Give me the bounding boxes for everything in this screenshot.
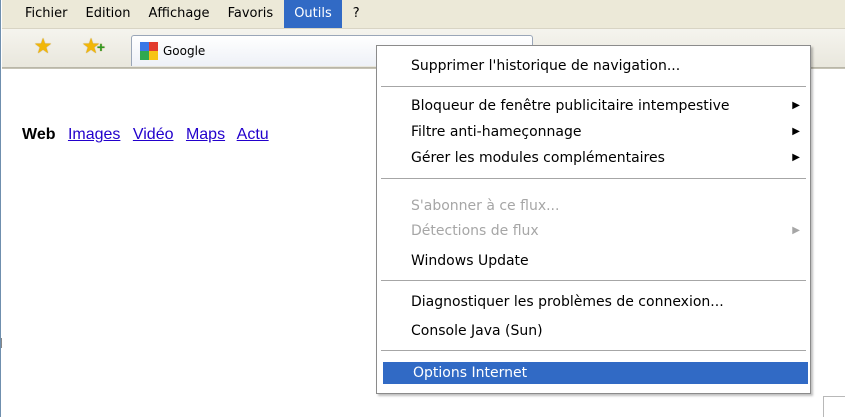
- menu-item-java-console[interactable]: Console Java (Sun): [381, 320, 806, 342]
- menu-item-label: Supprimer l'historique de navigation...: [411, 58, 681, 74]
- menu-item-label: Windows Update: [411, 253, 529, 269]
- menu-favoris[interactable]: Favoris: [221, 0, 281, 28]
- nav-link-actu[interactable]: Actu: [237, 126, 269, 143]
- left-edge-mark: [1, 338, 2, 348]
- menu-outils[interactable]: Outils: [284, 0, 342, 28]
- outils-dropdown-menu: Supprimer l'historique de navigation... …: [376, 45, 811, 394]
- menu-bar: Fichier Edition Affichage Favoris Outils…: [2, 0, 845, 29]
- menu-item-windows-update[interactable]: Windows Update: [381, 250, 806, 272]
- menu-item-feed-discovery: Détections de flux ▶: [381, 220, 806, 242]
- submenu-arrow-icon: ▶: [792, 126, 800, 137]
- browser-window: Fichier Edition Affichage Favoris Outils…: [0, 0, 845, 417]
- corner-box: [823, 396, 845, 417]
- nav-link-maps[interactable]: Maps: [186, 126, 225, 143]
- menu-item-internet-options[interactable]: Options Internet: [383, 362, 808, 384]
- menu-item-label: Options Internet: [413, 365, 528, 381]
- plus-icon: +: [96, 39, 105, 55]
- menu-separator: [381, 178, 806, 179]
- nav-web: Web: [22, 126, 56, 143]
- menu-item-label: Détections de flux: [411, 223, 539, 239]
- menu-separator: [381, 86, 806, 87]
- menu-item-label: Console Java (Sun): [411, 323, 543, 339]
- submenu-arrow-icon: ▶: [792, 152, 800, 163]
- tab-label: Google: [163, 44, 206, 58]
- google-icon: [140, 42, 158, 60]
- menu-item-phishing-filter[interactable]: Filtre anti-hameçonnage ▶: [381, 121, 806, 143]
- menu-fichier[interactable]: Fichier: [18, 0, 75, 28]
- nav-link-video[interactable]: Vidéo: [133, 126, 174, 143]
- menu-item-subscribe-feed: S'abonner à ce flux...: [381, 195, 806, 217]
- nav-link-images[interactable]: Images: [68, 126, 120, 143]
- menu-item-delete-history[interactable]: Supprimer l'historique de navigation...: [381, 55, 806, 77]
- menu-item-popup-blocker[interactable]: Bloqueur de fenêtre publicitaire intempe…: [381, 95, 806, 117]
- google-nav: Web Images Vidéo Maps Actu: [22, 126, 277, 144]
- star-icon[interactable]: ★: [32, 36, 54, 58]
- menu-help[interactable]: ?: [346, 0, 367, 28]
- menu-item-label: Gérer les modules complémentaires: [411, 150, 665, 166]
- menu-edition[interactable]: Edition: [79, 0, 138, 28]
- menu-item-manage-addons[interactable]: Gérer les modules complémentaires ▶: [381, 147, 806, 169]
- menu-item-diagnose-connection[interactable]: Diagnostiquer les problèmes de connexion…: [381, 291, 806, 313]
- menu-item-label: S'abonner à ce flux...: [411, 198, 560, 214]
- menu-affichage[interactable]: Affichage: [141, 0, 216, 28]
- submenu-arrow-icon: ▶: [792, 100, 800, 111]
- star-add-icon[interactable]: ★ +: [80, 36, 105, 58]
- submenu-arrow-icon: ▶: [792, 225, 800, 236]
- menu-separator: [381, 350, 806, 351]
- menu-item-label: Diagnostiquer les problèmes de connexion…: [411, 294, 724, 310]
- menu-separator: [381, 280, 806, 281]
- menu-item-label: Filtre anti-hameçonnage: [411, 124, 582, 140]
- menu-item-label: Bloqueur de fenêtre publicitaire intempe…: [411, 98, 730, 114]
